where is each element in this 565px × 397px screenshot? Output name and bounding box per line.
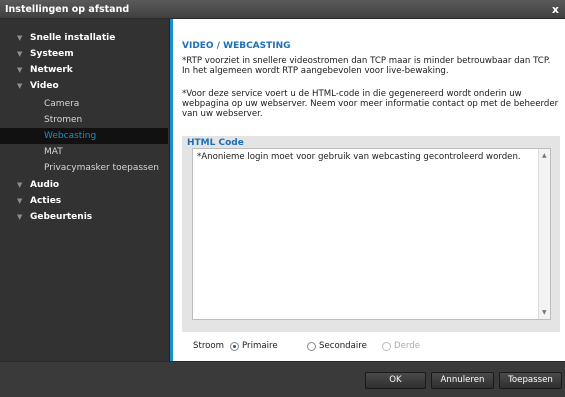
cancel-button[interactable]: Annuleren — [431, 372, 494, 389]
page-title: VIDEO / WEBCASTING — [182, 41, 291, 51]
triangle-down-icon: ▼ — [17, 82, 23, 90]
sidebar-item-label: Snelle installatie — [30, 33, 116, 43]
sidebar-subitem-label: Stromen — [44, 115, 83, 125]
html-code-label: HTML Code — [187, 138, 244, 148]
settings-window: Instellingen op afstand x ▼ Snelle insta… — [0, 0, 565, 397]
sidebar-item-acties[interactable]: ▼ Acties — [0, 193, 168, 209]
triangle-down-icon: ▼ — [17, 181, 23, 189]
sidebar-item-netwerk[interactable]: ▼ Netwerk — [0, 62, 168, 78]
sidebar-subitem-label: Privacymasker toepassen — [44, 163, 159, 173]
sidebar-subitem-label: Camera — [44, 99, 80, 109]
sidebar-item-label: Gebeurtenis — [30, 212, 93, 222]
scroll-down-icon[interactable]: ▼ — [542, 309, 547, 316]
close-icon[interactable]: x — [552, 3, 559, 16]
stream-label: Stroom — [193, 341, 225, 351]
sidebar-item-gebeurtenis[interactable]: ▼ Gebeurtenis — [0, 209, 168, 225]
radio-disabled-icon — [382, 342, 391, 351]
sidebar-item-audio[interactable]: ▼ Audio — [0, 177, 168, 193]
textarea-scrollbar[interactable]: ▲ ▼ — [538, 149, 550, 319]
sidebar-item-label: Audio — [30, 180, 60, 190]
triangle-down-icon: ▼ — [17, 50, 23, 58]
radio-label: Derde — [394, 341, 421, 351]
sidebar-item-label: Video — [30, 81, 59, 91]
html-code-textarea[interactable]: *Anonieme login moet voor gebruik van we… — [192, 148, 551, 320]
sidebar-item-label: Netwerk — [30, 65, 73, 75]
html-code-text: *Anonieme login moet voor gebruik van we… — [197, 152, 521, 162]
triangle-down-icon: ▼ — [17, 213, 23, 221]
sidebar-item-systeem[interactable]: ▼ Systeem — [0, 46, 168, 62]
sidebar: ▼ Snelle installatie ▼ Systeem ▼ Netwerk… — [0, 19, 170, 361]
sidebar-item-video[interactable]: ▼ Video — [0, 78, 168, 94]
sidebar-item-label: Acties — [30, 196, 62, 206]
radio-unselected-icon — [307, 342, 316, 351]
footer-bar: OK Annuleren Toepassen — [0, 361, 565, 397]
radio-label: Primaire — [242, 341, 278, 351]
sidebar-item-label: Systeem — [30, 49, 74, 59]
main-panel: VIDEO / WEBCASTING *RTP voorziet in snel… — [173, 19, 565, 361]
triangle-down-icon: ▼ — [17, 34, 23, 42]
sidebar-subitem-privacymasker[interactable]: Privacymasker toepassen — [0, 160, 168, 176]
triangle-down-icon: ▼ — [17, 197, 23, 205]
sidebar-subitem-stromen[interactable]: Stromen — [0, 112, 168, 128]
sidebar-subitem-label: MAT — [44, 147, 63, 157]
ok-button[interactable]: OK — [365, 372, 426, 389]
sidebar-subitem-camera[interactable]: Camera — [0, 96, 168, 112]
triangle-down-icon: ▼ — [17, 66, 23, 74]
sidebar-item-snelle-installatie[interactable]: ▼ Snelle installatie — [0, 30, 168, 46]
scroll-up-icon[interactable]: ▲ — [542, 152, 547, 159]
sidebar-subitem-label: Webcasting — [44, 131, 97, 141]
rtp-note: *RTP voorziet in snellere videostromen d… — [182, 56, 551, 76]
stream-selector: Stroom Primaire Secondaire Derde — [182, 341, 560, 353]
apply-button[interactable]: Toepassen — [499, 372, 562, 389]
radio-selected-icon — [230, 342, 239, 351]
sidebar-subitem-mat[interactable]: MAT — [0, 144, 168, 160]
radio-label: Secondaire — [319, 341, 367, 351]
html-code-panel: HTML Code *Anonieme login moet voor gebr… — [182, 136, 560, 332]
window-title: Instellingen op afstand — [5, 4, 130, 15]
sidebar-subitem-webcasting[interactable]: Webcasting — [0, 128, 168, 144]
service-note: *Voor deze service voert u de HTML-code … — [182, 89, 559, 119]
title-bar: Instellingen op afstand x — [0, 0, 565, 19]
